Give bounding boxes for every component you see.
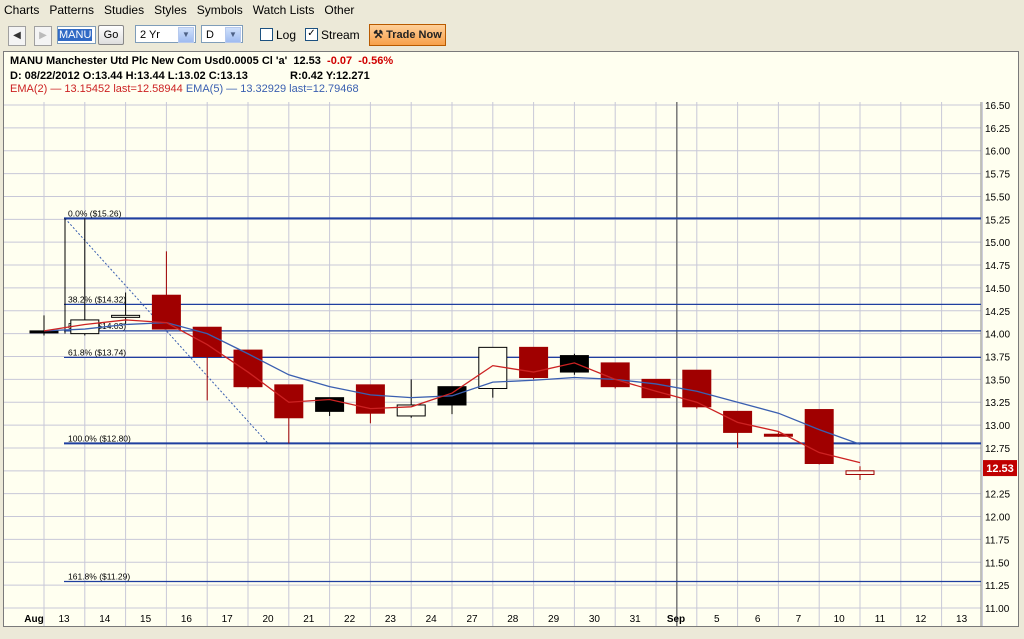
chart-area[interactable]: MANU Manchester Utd Plc New Com Usd0.000… [3, 51, 1019, 627]
y-tick-label: 12.75 [985, 444, 1010, 455]
x-tick-label: 5 [714, 614, 720, 625]
x-tick-label: 31 [630, 614, 642, 625]
fib-level-label: 0.0% ($15.26) [68, 208, 122, 218]
symbol-input[interactable]: MANU [57, 26, 96, 44]
back-arrow-icon[interactable]: ◀ [8, 26, 26, 46]
x-tick-label: Sep [667, 614, 685, 625]
x-tick-label: 23 [385, 614, 397, 625]
candle-body [233, 349, 263, 388]
x-tick-label: 6 [755, 614, 761, 625]
x-tick-label: 10 [834, 614, 846, 625]
symbol-value: MANU [58, 29, 93, 41]
trade-now-button[interactable]: ⚒ Trade Now [369, 24, 446, 46]
y-tick-label: 15.00 [985, 238, 1010, 249]
y-tick-label: 14.75 [985, 261, 1010, 272]
x-tick-label: 29 [548, 614, 560, 625]
x-tick-label: 14 [99, 614, 111, 625]
stream-checkbox[interactable]: ✓ [305, 28, 318, 41]
x-tick-label: 30 [589, 614, 601, 625]
candle-body [111, 314, 141, 318]
y-tick-label: 14.25 [985, 307, 1010, 318]
y-tick-label: 13.75 [985, 353, 1010, 364]
x-tick-label: 7 [796, 614, 802, 625]
x-tick-label: 28 [507, 614, 519, 625]
y-tick-label: 15.25 [985, 215, 1010, 226]
chevron-down-icon: ▼ [225, 27, 241, 43]
x-tick-label: Aug [24, 614, 43, 625]
last-price-tag-label: 12.53 [986, 463, 1014, 475]
chevron-down-icon: ▼ [178, 27, 194, 43]
candle-body [682, 369, 712, 408]
menu-bar: Charts Patterns Studies Styles Symbols W… [0, 0, 1024, 20]
y-tick-label: 14.50 [985, 284, 1010, 295]
status-bar [0, 627, 1024, 639]
fib-level-label: 38.2% ($14.32) [68, 294, 126, 304]
log-checkbox[interactable] [260, 28, 273, 41]
y-tick-label: 13.00 [985, 421, 1010, 432]
candle-body [29, 330, 59, 334]
x-tick-label: 20 [262, 614, 274, 625]
y-tick-label: 15.50 [985, 192, 1010, 203]
menu-charts[interactable]: Charts [0, 3, 45, 17]
y-tick-label: 11.25 [985, 581, 1010, 592]
y-tick-label: 16.00 [985, 147, 1010, 158]
x-tick-label: 21 [303, 614, 315, 625]
y-tick-label: 12.25 [985, 490, 1010, 501]
x-tick-label: 24 [426, 614, 438, 625]
candle-body [70, 319, 100, 335]
x-tick-label: 13 [956, 614, 968, 625]
x-tick-label: 16 [181, 614, 193, 625]
trade-icon: ⚒ [373, 29, 384, 41]
y-tick-label: 12.00 [985, 513, 1010, 524]
period-select[interactable]: 2 Yr ▼ [135, 25, 196, 43]
x-tick-label: 17 [222, 614, 234, 625]
y-tick-label: 16.50 [985, 101, 1010, 112]
trade-now-label: Trade Now [386, 29, 442, 41]
y-tick-label: 11.50 [985, 558, 1010, 569]
y-tick-label: 14.00 [985, 330, 1010, 341]
y-tick-label: 16.25 [985, 124, 1010, 135]
interval-value: D [206, 29, 214, 41]
y-tick-label: 13.50 [985, 375, 1010, 386]
go-button[interactable]: Go [98, 25, 124, 45]
fib-level-label: 100.0% ($12.80) [68, 433, 131, 443]
menu-watch-lists[interactable]: Watch Lists [249, 3, 321, 17]
fib-level-label: 61.8% ($13.74) [68, 347, 126, 357]
y-tick-label: 13.25 [985, 398, 1010, 409]
candle-body [519, 346, 549, 379]
menu-symbols[interactable]: Symbols [193, 3, 249, 17]
interval-select[interactable]: D ▼ [201, 25, 243, 43]
price-chart[interactable]: 16.50 16.25 16.00 15.75 15.50 15.25 15.00 14.75… [4, 52, 1018, 626]
candle-body [151, 294, 181, 330]
x-tick-label: 11 [875, 614, 886, 625]
y-tick-label: 15.75 [985, 170, 1010, 181]
x-tick-label: 27 [466, 614, 478, 625]
menu-other[interactable]: Other [320, 3, 360, 17]
menu-studies[interactable]: Studies [100, 3, 150, 17]
x-tick-label: 13 [58, 614, 70, 625]
y-tick-label: 11.00 [985, 604, 1010, 615]
candle-body [559, 355, 589, 373]
period-value: 2 Yr [140, 29, 160, 41]
candle-body [845, 470, 875, 475]
stream-label: Stream [321, 28, 360, 42]
x-tick-label: 15 [140, 614, 152, 625]
log-label: Log [276, 28, 297, 42]
menu-styles[interactable]: Styles [150, 3, 193, 17]
y-tick-label: 11.75 [985, 535, 1010, 546]
toolbar: ◀ ▶ MANU Go 2 Yr ▼ D ▼ Log ✓ Stream ⚒ Tr… [0, 20, 1024, 50]
fib-level-label: 161.8% ($11.29) [68, 571, 130, 581]
x-tick-label: 12 [915, 614, 927, 625]
forward-arrow-icon[interactable]: ▶ [34, 26, 52, 46]
menu-patterns[interactable]: Patterns [45, 3, 100, 17]
x-tick-label: 22 [344, 614, 356, 625]
